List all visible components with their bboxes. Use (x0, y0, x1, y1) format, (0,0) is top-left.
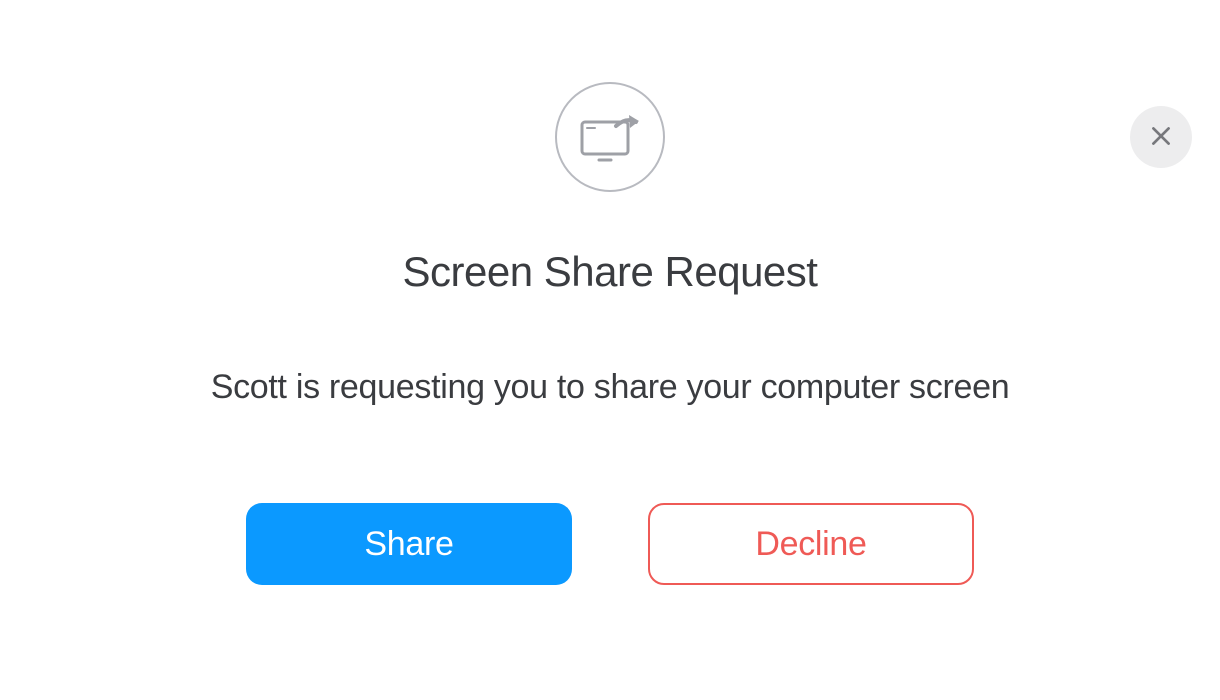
close-button[interactable] (1130, 106, 1192, 168)
close-icon (1148, 123, 1174, 152)
share-button[interactable]: Share (246, 503, 572, 585)
screen-share-icon (555, 82, 665, 192)
dialog-buttons: Share Decline (246, 503, 974, 585)
dialog-title: Screen Share Request (403, 248, 818, 296)
screen-share-request-dialog: Screen Share Request Scott is requesting… (0, 82, 1220, 585)
decline-button[interactable]: Decline (648, 503, 974, 585)
dialog-message: Scott is requesting you to share your co… (211, 368, 1010, 407)
